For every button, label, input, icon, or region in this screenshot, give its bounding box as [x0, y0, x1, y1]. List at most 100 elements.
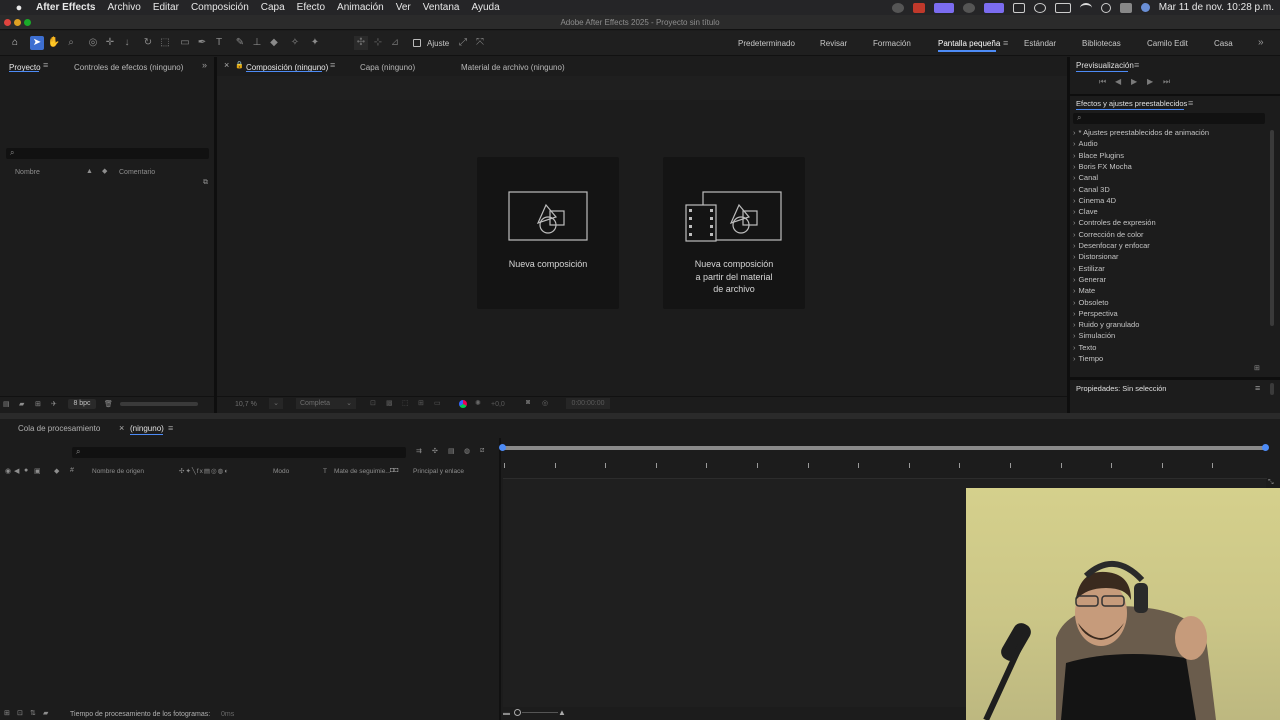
pan-behind-tool-icon[interactable]: ⬚ [158, 36, 172, 50]
tab-timeline-none[interactable]: (ninguno) [130, 424, 164, 433]
dolly-camera-icon[interactable]: ↓ [120, 36, 134, 50]
column-track-matte[interactable]: Mate de seguimie... [334, 468, 391, 475]
effects-category-item[interactable]: › Texto [1073, 343, 1096, 352]
audio-toggle-icon[interactable]: ◀ [14, 467, 19, 475]
local-axis-icon[interactable]: ✣ [354, 36, 368, 50]
layer-switches-icons[interactable]: ✣✦╲fx▤◎◍◐ [179, 467, 229, 475]
panel-menu-icon[interactable]: ≡ [168, 423, 173, 433]
type-tool-icon[interactable]: T [212, 36, 226, 50]
zoom-slider-track[interactable] [522, 712, 558, 713]
clock[interactable]: Mar 11 de nov. 10:28 p.m. [1159, 2, 1274, 13]
first-frame-icon[interactable]: ⏮ [1099, 77, 1106, 87]
shy-layers-icon[interactable]: ▤ [448, 447, 455, 455]
window-icon[interactable] [1012, 2, 1025, 13]
menu-app-name[interactable]: After Effects [36, 2, 95, 13]
world-axis-icon[interactable]: ⊹ [371, 36, 385, 50]
minimize-window-button[interactable] [14, 19, 21, 26]
matte-toggle-icon[interactable]: ◘◘ [390, 467, 398, 474]
workspace-menu-icon[interactable]: ≡ [1003, 38, 1008, 48]
workspace-revisar[interactable]: Revisar [820, 39, 847, 48]
work-area-start-handle[interactable] [499, 444, 506, 451]
effects-presets-title[interactable]: Efectos y ajustes preestablecidos [1076, 99, 1187, 108]
last-frame-icon[interactable]: ⏭ [1163, 77, 1170, 87]
snap-grid-icon[interactable]: ⤧ [473, 36, 487, 50]
menu-composicion[interactable]: Composición [191, 2, 249, 13]
new-composition-card[interactable]: Nueva composición [477, 157, 619, 309]
control-center-icon[interactable] [1119, 2, 1132, 13]
menu-capa[interactable]: Capa [261, 2, 285, 13]
preview-title[interactable]: Previsualización [1076, 61, 1134, 70]
tab-render-queue[interactable]: Cola de procesamiento [18, 424, 100, 433]
lock-icon[interactable]: ▣ [34, 467, 41, 475]
guides-icon[interactable]: ⊞ [418, 399, 424, 407]
in-out-toggle-icon[interactable]: ⇅ [30, 709, 36, 717]
prev-frame-icon[interactable]: ◀ [1115, 77, 1121, 86]
effects-category-item[interactable]: › Ruido y granulado [1073, 320, 1139, 329]
pen-tool-icon[interactable]: ✒ [195, 36, 209, 50]
label-tag-icon[interactable]: ◆ [102, 167, 107, 175]
project-search-input[interactable]: ⌕ [6, 148, 209, 159]
menu-ver[interactable]: Ver [396, 2, 411, 13]
effects-category-item[interactable]: › Clave [1073, 207, 1098, 216]
mirroring-icon[interactable] [983, 2, 1004, 13]
snap-option-icon[interactable]: ⤢ [456, 36, 470, 50]
layer-switches-toggle-icon[interactable]: ⊞ [4, 709, 10, 717]
solo-icon[interactable]: ● [24, 467, 28, 474]
effects-category-item[interactable]: › Audio [1073, 139, 1098, 148]
effects-category-item[interactable]: › Canal 3D [1073, 185, 1110, 194]
frame-blending-icon[interactable]: ◍ [464, 447, 470, 455]
comp-mini-flowchart-icon[interactable]: ⇉ [416, 447, 422, 455]
close-window-button[interactable] [4, 19, 11, 26]
properties-scrollbar[interactable] [1270, 383, 1274, 395]
search-icon[interactable] [1100, 2, 1111, 13]
new-preset-icon[interactable]: ⊞ [1254, 364, 1260, 372]
tab-capa[interactable]: Capa (ninguno) [360, 61, 415, 75]
exposure-value[interactable]: +0,0 [491, 401, 505, 408]
resize-corner-icon[interactable]: ⤡ [1268, 479, 1274, 487]
home-icon[interactable]: ⌂ [8, 36, 22, 50]
zoom-out-icon[interactable]: ▬ [503, 710, 510, 717]
close-tab-icon[interactable]: × [119, 423, 124, 433]
brush-tool-icon[interactable]: ✎ [233, 36, 247, 50]
effects-category-item[interactable]: › Mate [1073, 286, 1095, 295]
more-workspaces-icon[interactable]: » [1258, 37, 1264, 48]
sort-arrow-icon[interactable]: ▲ [86, 168, 93, 175]
new-folder-icon[interactable]: ▰ [19, 400, 24, 408]
clone-stamp-tool-icon[interactable]: ⊥ [250, 36, 264, 50]
region-of-interest-icon[interactable]: ⊡ [370, 399, 376, 407]
effects-category-item[interactable]: › Controles de expresión [1073, 218, 1156, 227]
screen-record-icon[interactable] [933, 2, 954, 13]
menu-editar[interactable]: Editar [153, 2, 179, 13]
new-composition-icon[interactable]: ⊞ [35, 400, 41, 408]
panel-menu-icon[interactable]: ≡ [1188, 98, 1193, 108]
rectangle-tool-icon[interactable]: ▭ [178, 36, 192, 50]
graph-editor-icon[interactable]: ⧄ [480, 447, 484, 455]
workspace-formacion[interactable]: Formación [873, 39, 911, 48]
column-parent[interactable]: Principal y enlace [413, 468, 464, 475]
effects-category-item[interactable]: › Boris FX Mocha [1073, 162, 1132, 171]
effects-category-item[interactable]: › Distorsionar [1073, 252, 1119, 261]
menu-animacion[interactable]: Animación [337, 2, 384, 13]
new-comp-from-footage-card[interactable]: Nueva composición a partir del material … [663, 157, 805, 309]
bit-depth-button[interactable]: 8 bpc [68, 399, 96, 409]
rotation-tool-icon[interactable]: ↻ [141, 36, 155, 50]
interpret-footage-icon[interactable]: ▤ [3, 400, 10, 408]
layer-number-icon[interactable]: # [70, 467, 74, 474]
work-area-bar[interactable] [503, 446, 1267, 450]
tab-controles-efectos[interactable]: Controles de efectos (ninguno) [74, 61, 183, 75]
tab-proyecto[interactable]: Proyecto [9, 61, 41, 75]
eraser-tool-icon[interactable]: ◆ [267, 36, 281, 50]
properties-title[interactable]: Propiedades: Sin selección [1076, 384, 1166, 393]
view-axis-icon[interactable]: ⊿ [388, 36, 402, 50]
effects-category-item[interactable]: › Corrección de color [1073, 230, 1144, 239]
snap-checkbox[interactable] [413, 39, 421, 47]
tab-composicion[interactable]: Composición (ninguno) [246, 61, 328, 75]
hand-tool-icon[interactable]: ✋ [47, 36, 61, 50]
selection-tool-icon[interactable]: ➤ [30, 36, 44, 50]
chevron-down-icon[interactable]: ⌄ [269, 398, 283, 409]
resolution-select[interactable]: Completa ⌄ [296, 398, 356, 409]
panel-menu-icon[interactable]: ≡ [1255, 383, 1260, 393]
work-area-end-handle[interactable] [1262, 444, 1269, 451]
magnification-value[interactable]: 10,7 % [235, 401, 257, 408]
current-time-display[interactable]: 0:00:00:00 [566, 398, 610, 409]
